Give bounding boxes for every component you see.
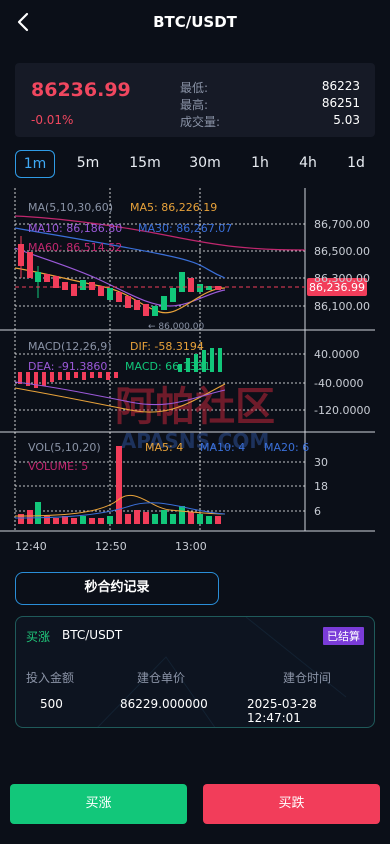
candle <box>161 296 167 310</box>
macd-label: MACD: 66.1331 <box>125 360 211 373</box>
order-pair: BTC/USDT <box>62 628 123 642</box>
order-price: 86229.000000 <box>120 697 208 711</box>
ma10-label: MA10: 86,186.80 <box>28 222 122 235</box>
price-tick: 86,100.00 <box>314 300 370 313</box>
kline-chart[interactable]: 阿帕社区 APASNS.COM 86,236.99 ← 86,000.00 MA… <box>0 188 390 560</box>
price-tick: 86,500.00 <box>314 245 370 258</box>
tab-4h[interactable]: 4h <box>297 150 319 178</box>
candle <box>134 300 140 310</box>
col-time-header: 建仓时间 <box>283 671 332 685</box>
tab-15m[interactable]: 15m <box>127 150 163 178</box>
ma60-label: MA60: 86,514.52 <box>28 241 122 254</box>
tab-1d[interactable]: 1d <box>345 150 367 178</box>
col-amount-header: 投入金额 <box>26 671 75 685</box>
vol-ma10-label: MA10: 4 <box>200 441 245 454</box>
col-price-header: 建仓单价 <box>137 671 186 685</box>
time-tick: 12:40 <box>15 540 47 553</box>
candle <box>89 282 95 290</box>
stat-volume-value: 5.03 <box>333 113 360 127</box>
candle <box>152 306 158 316</box>
vol-ma5-label: MA5: 4 <box>145 441 183 454</box>
vol-ma20-label: MA20: 6 <box>264 441 309 454</box>
order-direction: 买涨 <box>26 630 51 644</box>
contract-records-button[interactable]: 秒合约记录 <box>15 572 219 605</box>
dea-label: DEA: -91.3860 <box>28 360 107 373</box>
stat-volume-label: 成交量: <box>180 115 221 129</box>
price-change: -0.01% <box>31 113 74 127</box>
tab-1h[interactable]: 1h <box>249 150 271 178</box>
candle <box>116 292 122 302</box>
volume-label: VOLUME: 5 <box>28 460 88 473</box>
stat-low-value: 86223 <box>321 79 360 93</box>
candle <box>80 280 86 290</box>
ma30-label: MA30: 86,267.07 <box>138 222 232 235</box>
buy-up-button[interactable]: 买涨 <box>10 784 187 824</box>
order-time: 2025-03-28 12:47:01 <box>247 697 317 725</box>
tab-5m[interactable]: 5m <box>73 150 103 178</box>
order-card[interactable]: 买涨 BTC/USDT 已结算 投入金额 建仓单价 建仓时间 500 86229… <box>15 616 375 728</box>
vol-tick: 18 <box>314 480 328 493</box>
candle <box>125 296 131 308</box>
candle <box>44 274 50 282</box>
page-title: BTC/USDT <box>153 13 237 31</box>
macd-tick: -120.0000 <box>314 404 370 417</box>
candle <box>71 284 77 296</box>
dif-label: DIF: -58.3194 <box>130 340 204 353</box>
stat-low-label: 最低: <box>180 81 209 95</box>
candle <box>27 252 33 278</box>
price-tick: 86,300.00 <box>314 272 370 285</box>
low-marker: ← 86,000.00 <box>148 322 204 332</box>
candle <box>179 272 185 292</box>
candle <box>197 284 203 292</box>
macd-header: MACD(12,26,9) <box>28 340 112 353</box>
vol-header: VOL(5,10,20) <box>28 441 101 454</box>
ma5-label: MA5: 86,226.19 <box>130 201 217 214</box>
vol-tick: 6 <box>314 505 321 518</box>
candle <box>143 304 149 316</box>
last-price: 86236.99 <box>31 79 131 101</box>
candle <box>62 282 68 290</box>
time-tick: 12:50 <box>95 540 127 553</box>
tab-30m[interactable]: 30m <box>187 150 223 178</box>
interval-tabs: 1m 5m 15m 30m 1h 4h 1d <box>15 150 375 178</box>
macd-tick: 40.0000 <box>314 348 360 361</box>
buy-down-button[interactable]: 买跌 <box>203 784 380 824</box>
price-tick: 86,700.00 <box>314 218 370 231</box>
candle <box>53 276 59 288</box>
candle <box>188 278 194 292</box>
macd-tick: -40.0000 <box>314 377 363 390</box>
ticker-card: 86236.99 -0.01% 最低: 86223 最高: 86251 成交量:… <box>15 63 375 137</box>
order-amount: 500 <box>40 697 63 711</box>
kline-chart-svg: 阿帕社区 APASNS.COM 86,236.99 ← 86,000.00 MA… <box>0 188 375 553</box>
candle <box>170 288 176 302</box>
status-badge: 已结算 <box>323 627 364 645</box>
ma-header: MA(5,10,30,60) <box>28 201 113 214</box>
watermark: 阿帕社区 <box>115 384 275 430</box>
header: BTC/USDT <box>0 0 390 44</box>
stat-high-value: 86251 <box>321 96 360 110</box>
stat-high-label: 最高: <box>180 98 209 112</box>
candle <box>107 288 113 300</box>
watermark-sub: APASNS.COM <box>121 429 270 453</box>
time-tick: 13:00 <box>175 540 207 553</box>
tab-1m[interactable]: 1m <box>15 150 55 178</box>
vol-tick: 30 <box>314 456 328 469</box>
